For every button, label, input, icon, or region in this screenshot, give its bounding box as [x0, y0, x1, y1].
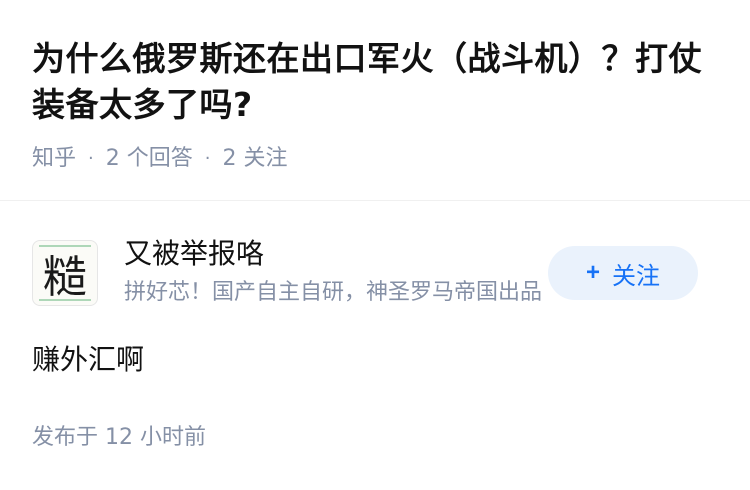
question-title[interactable]: 为什么俄罗斯还在出口军火（战斗机）？打仗装备太多了吗?: [32, 36, 722, 128]
meta-separator: ·: [204, 148, 211, 169]
author-name[interactable]: 又被举报咯: [124, 236, 264, 272]
follow-label: 关注: [612, 262, 660, 290]
question-meta: 知乎 · 2 个回答 · 2 关注: [32, 144, 287, 174]
plus-icon: +: [585, 259, 600, 286]
meta-separator: ·: [88, 148, 94, 169]
section-divider: [0, 200, 750, 201]
publish-time: 发布于 12 小时前: [32, 425, 206, 450]
author-bio: 拼好芯！国产自主自研，神圣罗马帝国出品: [124, 280, 543, 305]
answer-content: 赚外汇啊: [32, 343, 145, 376]
answers-count[interactable]: 2 个回答: [106, 144, 193, 174]
avatar-glyph: 糙: [43, 252, 87, 303]
followers-count[interactable]: 2 关注: [222, 144, 287, 174]
source-label[interactable]: 知乎: [32, 144, 76, 174]
follow-button[interactable]: + 关注: [548, 246, 698, 300]
question-header: 为什么俄罗斯还在出口军火（战斗机）？打仗装备太多了吗? 知乎 · 2 个回答 ·…: [0, 0, 750, 200]
avatar[interactable]: 糙: [32, 240, 98, 306]
author-card: 糙 又被举报咯 拼好芯！国产自主自研，神圣罗马帝国出品 + 关注: [32, 236, 718, 310]
